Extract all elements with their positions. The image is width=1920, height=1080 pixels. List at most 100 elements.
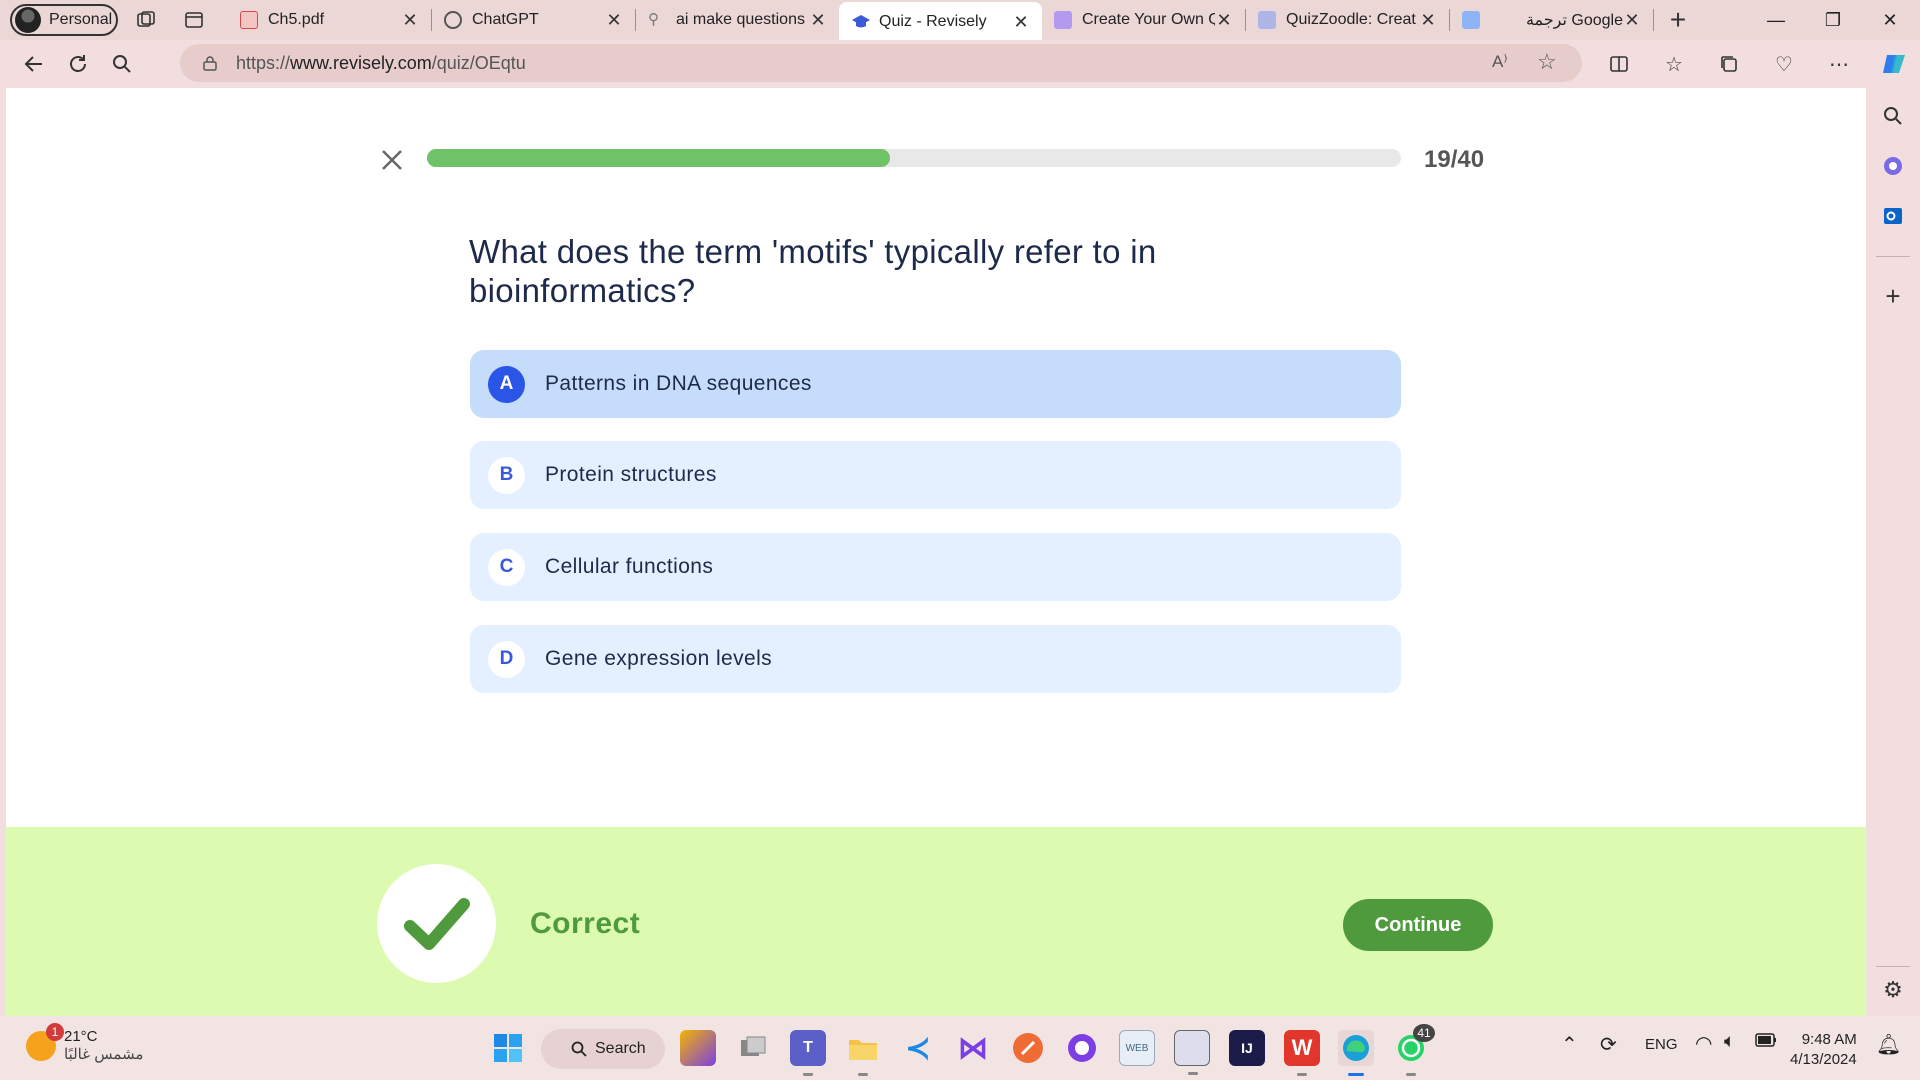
clock[interactable]: 9:48 AM 4/13/2024 [1790, 1030, 1857, 1070]
profile-avatar [15, 7, 41, 33]
url-text[interactable]: https://www.revisely.com/quiz/OEqtu [236, 53, 526, 74]
vscode-icon[interactable]: ≺ [900, 1030, 936, 1066]
taskbar: 1 21°C مشمس غالبًا Search T ≺ ⋈ WEB IJ W… [0, 1016, 1920, 1080]
graduation-cap-icon [851, 13, 870, 31]
close-tab-icon[interactable]: ✕ [605, 10, 623, 31]
back-arrow-icon [24, 56, 42, 72]
lock-icon[interactable] [202, 55, 218, 71]
new-tab-button[interactable]: + [1660, 2, 1696, 38]
sidebar-search-icon[interactable] [1879, 102, 1907, 130]
option-letter: C [488, 548, 525, 586]
close-tab-icon[interactable]: ✕ [809, 10, 827, 31]
edge-sidebar: + ⚙ [1866, 88, 1920, 1016]
tab-actions-icon[interactable] [174, 0, 214, 40]
split-screen-icon[interactable] [1601, 46, 1637, 82]
option-text: Gene expression levels [545, 647, 773, 670]
close-tab-icon[interactable]: ✕ [1419, 10, 1437, 31]
favorite-star-icon[interactable]: ☆ [1537, 49, 1557, 75]
sidebar-copilot-icon[interactable] [1879, 152, 1907, 180]
notifications-bell-icon[interactable]: 🔔︎ [1876, 1032, 1901, 1057]
whatsapp-icon[interactable]: 41 [1393, 1024, 1435, 1076]
close-tab-icon[interactable]: ✕ [1012, 12, 1030, 33]
quizzoodle-icon [1258, 11, 1276, 29]
battery-icon[interactable] [1755, 1033, 1777, 1051]
answer-option-c[interactable]: C Cellular functions [470, 533, 1401, 601]
wps-office-icon[interactable]: W [1284, 1030, 1320, 1076]
volume-icon[interactable]: 🔈︎ [1724, 1031, 1735, 1053]
continue-button[interactable]: Continue [1343, 899, 1493, 951]
tab-google-translate[interactable]: ترجمة Google ✕ [1450, 2, 1653, 38]
tab-create-your-own[interactable]: Create Your Own Q ✕ [1042, 2, 1245, 38]
tab-ai-make-questions[interactable]: ⚲ ai make questions ✕ [636, 2, 839, 38]
option-letter: D [488, 640, 525, 678]
clock-time: 9:48 AM [1801, 1031, 1857, 1048]
wifi-icon[interactable]: ◠ [1695, 1031, 1712, 1056]
close-tab-icon[interactable]: ✕ [401, 10, 419, 31]
tab-quiz-revisely[interactable]: Quiz - Revisely ✕ [839, 2, 1042, 42]
weather-widget[interactable]: 1 21°C مشمس غالبًا [26, 1022, 144, 1063]
tab-quizzoodle[interactable]: QuizZoodle: Creat ✕ [1246, 2, 1449, 38]
tab-chatgpt[interactable]: ChatGPT ✕ [432, 2, 635, 38]
quiz-maker-icon [1054, 11, 1072, 29]
workspaces-icon[interactable] [126, 0, 166, 40]
github-desktop-icon[interactable] [1064, 1030, 1100, 1066]
task-view-icon[interactable] [735, 1030, 771, 1066]
taskbar-search[interactable]: Search [541, 1029, 665, 1069]
postman-icon[interactable] [1010, 1030, 1046, 1066]
file-explorer-icon[interactable] [845, 1030, 881, 1076]
address-bar[interactable]: https://www.revisely.com/quiz/OEqtu A⁾ ☆ [180, 44, 1582, 82]
answer-option-d[interactable]: D Gene expression levels [470, 625, 1401, 693]
weather-temp: 21°C [64, 1028, 98, 1045]
minimize-button[interactable]: — [1748, 0, 1804, 40]
profile-label: Personal [49, 11, 113, 28]
sidebar-outlook-icon[interactable] [1879, 202, 1907, 230]
option-text: Cellular functions [545, 555, 714, 578]
option-letter: B [488, 456, 525, 494]
option-text: Protein structures [545, 463, 717, 486]
sidebar-settings-icon[interactable]: ⚙ [1879, 976, 1907, 1004]
visual-studio-icon[interactable]: ⋈ [955, 1030, 991, 1066]
google-translate-icon [1462, 11, 1480, 29]
close-quiz-button[interactable] [376, 144, 408, 176]
more-menu-icon[interactable]: ⋯ [1821, 46, 1857, 82]
windows-start-icon[interactable] [490, 1030, 526, 1066]
sidebar-add-icon[interactable]: + [1879, 281, 1907, 311]
weather-desc: مشمس غالبًا [64, 1046, 144, 1063]
question-text: What does the term 'motifs' typically re… [469, 233, 1157, 309]
sync-icon[interactable]: ⟳ [1600, 1032, 1617, 1057]
pdf-icon [240, 11, 258, 29]
answer-option-a[interactable]: A Patterns in DNA sequences [470, 350, 1401, 418]
answer-option-b[interactable]: B Protein structures [470, 441, 1401, 509]
browser-essentials-icon[interactable]: ♡ [1766, 46, 1802, 82]
close-tab-icon[interactable]: ✕ [1623, 10, 1641, 31]
language-indicator[interactable]: ENG [1645, 1036, 1678, 1053]
restore-button[interactable]: ❐ [1805, 0, 1861, 40]
back-button[interactable] [12, 44, 56, 84]
search-icon [571, 1041, 587, 1057]
show-hidden-icons-chevron-icon[interactable]: ⌃ [1561, 1032, 1578, 1057]
profile-button[interactable]: Personal [10, 4, 118, 36]
weather-sun-icon: 1 [26, 1022, 64, 1061]
favorites-icon[interactable]: ☆ [1656, 46, 1692, 82]
close-tab-icon[interactable]: ✕ [1215, 10, 1233, 31]
tab-ch5-pdf[interactable]: Ch5.pdf ✕ [228, 2, 431, 38]
read-aloud-icon[interactable]: A⁾ [1492, 52, 1508, 72]
clock-date: 4/13/2024 [1790, 1051, 1857, 1068]
whatsapp-badge: 41 [1413, 1024, 1435, 1042]
collections-icon[interactable] [1711, 46, 1747, 82]
intellij-icon[interactable]: IJ [1229, 1030, 1265, 1066]
refresh-button[interactable] [56, 44, 100, 84]
page-viewport: 19/40 What does the term 'motifs' typica… [6, 88, 1866, 1016]
close-icon [382, 150, 402, 170]
toolbar: https://www.revisely.com/quiz/OEqtu A⁾ ☆… [0, 40, 1920, 88]
edge-browser-icon[interactable] [1338, 1030, 1374, 1076]
copilot-preview-app-icon[interactable] [680, 1030, 716, 1066]
close-window-button[interactable]: ✕ [1862, 0, 1918, 40]
web-app-icon[interactable]: WEB [1119, 1030, 1155, 1066]
checkmark-icon [377, 864, 496, 983]
copilot-icon[interactable] [1876, 46, 1912, 82]
search-button[interactable] [100, 44, 144, 84]
teams-icon[interactable]: T [790, 1030, 826, 1076]
option-letter: A [488, 365, 525, 403]
news-app-icon[interactable] [1174, 1030, 1210, 1075]
